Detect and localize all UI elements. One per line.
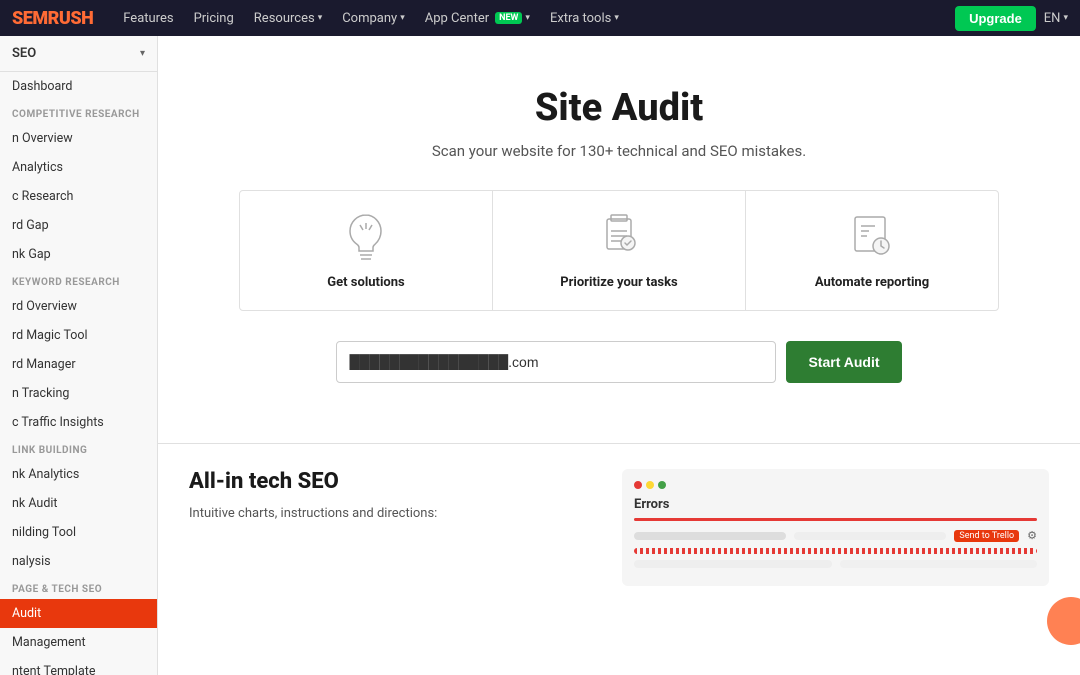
feature-get-solutions: Get solutions (240, 191, 493, 310)
sidebar-item-analytics[interactable]: Analytics (0, 153, 157, 182)
sidebar-item-link-analytics[interactable]: nk Analytics (0, 460, 157, 489)
tech-seo-desc: Intuitive charts, instructions and direc… (189, 504, 592, 525)
chevron-down-icon: ▾ (614, 13, 619, 23)
settings-icon[interactable]: ⚙ (1027, 529, 1037, 542)
tech-seo-text: All-in tech SEO Intuitive charts, instru… (189, 469, 592, 586)
search-bar-row: Start Audit (239, 341, 999, 383)
sidebar-item-kw-magic[interactable]: rd Magic Tool (0, 321, 157, 350)
new-badge: NEW (495, 12, 522, 24)
sidebar-item-kw-overview[interactable]: rd Overview (0, 292, 157, 321)
sidebar-item-building-tool[interactable]: nilding Tool (0, 518, 157, 547)
tech-seo-title: All-in tech SEO (189, 469, 592, 494)
sidebar-item-audit[interactable]: Audit (0, 599, 157, 628)
chevron-down-icon: ▾ (1063, 13, 1068, 23)
upgrade-button[interactable]: Upgrade (955, 6, 1036, 31)
main-layout: SEO ▾ Dashboard COMPETITIVE RESEARCH n O… (0, 36, 1080, 675)
dot-green (658, 481, 666, 489)
nav-app-center[interactable]: App Center NEW ▾ (415, 0, 540, 36)
tech-seo-card: Errors Send to Trello ⚙ (622, 469, 1049, 586)
nav-features[interactable]: Features (113, 0, 183, 36)
chevron-down-icon: ▾ (318, 13, 323, 23)
lightbulb-icon (340, 211, 392, 263)
window-dots (634, 481, 1037, 489)
language-selector[interactable]: EN ▾ (1044, 11, 1068, 26)
nav-right-section: Upgrade EN ▾ (955, 6, 1068, 31)
nav-pricing[interactable]: Pricing (184, 0, 244, 36)
main-content: Site Audit Scan your website for 130+ te… (158, 36, 1080, 675)
sidebar-section-tech-seo: PAGE & TECH SEO (0, 576, 157, 599)
sidebar-header[interactable]: SEO ▾ (0, 36, 157, 72)
sidebar-section-competitive: COMPETITIVE RESEARCH (0, 101, 157, 124)
dot-red (634, 481, 642, 489)
hero-subtitle: Scan your website for 130+ technical and… (239, 142, 999, 160)
sidebar-item-overview[interactable]: n Overview (0, 124, 157, 153)
section-divider (158, 443, 1080, 444)
error-bar (634, 518, 1037, 521)
nav-resources[interactable]: Resources ▾ (244, 0, 332, 36)
chevron-down-icon: ▾ (400, 13, 405, 23)
dot-yellow (646, 481, 654, 489)
card-pattern-line (634, 548, 1037, 554)
top-navigation: SEMRUSH Features Pricing Resources ▾ Com… (0, 0, 1080, 36)
sidebar-item-research[interactable]: c Research (0, 182, 157, 211)
sidebar: SEO ▾ Dashboard COMPETITIVE RESEARCH n O… (0, 36, 158, 675)
card-errors-label: Errors (634, 497, 1037, 512)
sidebar-item-management[interactable]: Management (0, 628, 157, 657)
chart-icon (846, 211, 898, 263)
card-row-3 (634, 560, 1037, 568)
feature-solutions-label: Get solutions (327, 275, 404, 290)
page-title: Site Audit (239, 86, 999, 130)
card-row-line-2 (794, 532, 946, 540)
tasks-icon (593, 211, 645, 263)
feature-prioritize-label: Prioritize your tasks (560, 275, 677, 290)
sidebar-item-content-template[interactable]: ntent Template (0, 657, 157, 675)
feature-automate-label: Automate reporting (815, 275, 929, 290)
feature-prioritize: Prioritize your tasks (493, 191, 746, 310)
sidebar-header-text: SEO (12, 46, 36, 61)
card-row-line (634, 532, 786, 540)
card-row-3-left (634, 560, 832, 568)
nav-company[interactable]: Company ▾ (332, 0, 415, 36)
sidebar-item-analysis[interactable]: nalysis (0, 547, 157, 576)
sidebar-item-kw-manager[interactable]: rd Manager (0, 350, 157, 379)
hero-section: Site Audit Scan your website for 130+ te… (219, 36, 1019, 443)
sidebar-item-link-gap[interactable]: nk Gap (0, 240, 157, 269)
nav-extra-tools[interactable]: Extra tools ▾ (540, 0, 629, 36)
sidebar-section-link-building: LINK BUILDING (0, 437, 157, 460)
sidebar-item-link-audit[interactable]: nk Audit (0, 489, 157, 518)
features-row: Get solutions (239, 190, 999, 311)
chevron-down-icon: ▾ (525, 13, 530, 23)
send-to-trello-badge[interactable]: Send to Trello (954, 530, 1019, 542)
sidebar-section-keyword: KEYWORD RESEARCH (0, 269, 157, 292)
sidebar-item-dashboard[interactable]: Dashboard (0, 72, 157, 101)
sidebar-item-traffic-insights[interactable]: c Traffic Insights (0, 408, 157, 437)
semrush-logo[interactable]: SEMRUSH (12, 8, 93, 29)
chat-widget[interactable] (1047, 597, 1080, 645)
domain-input[interactable] (336, 341, 776, 383)
start-audit-button[interactable]: Start Audit (786, 341, 901, 383)
card-row-1: Send to Trello ⚙ (634, 529, 1037, 542)
sidebar-item-n-tracking[interactable]: n Tracking (0, 379, 157, 408)
sidebar-item-rd-gap[interactable]: rd Gap (0, 211, 157, 240)
feature-automate: Automate reporting (746, 191, 998, 310)
card-row-3-right (840, 560, 1038, 568)
tech-seo-section: All-in tech SEO Intuitive charts, instru… (169, 469, 1069, 586)
chevron-down-icon: ▾ (140, 48, 145, 59)
card-row-2 (634, 548, 1037, 554)
